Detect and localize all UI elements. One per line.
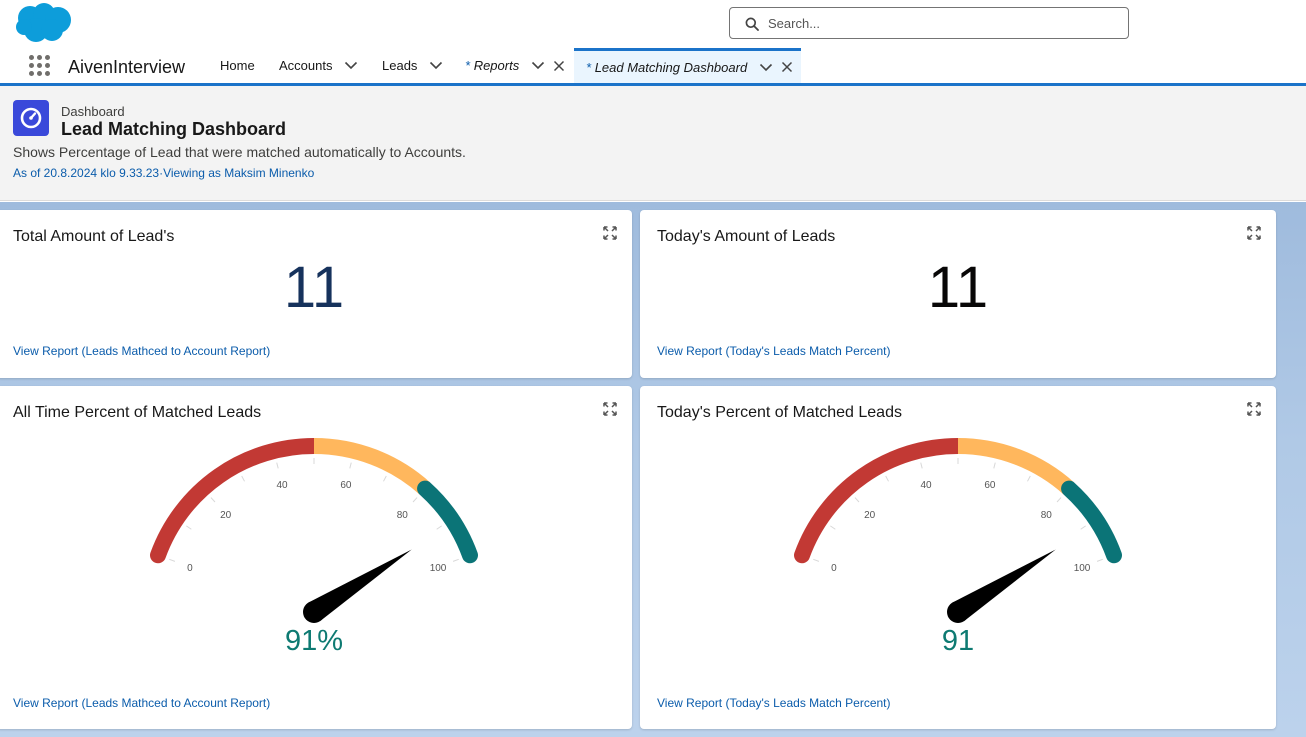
- gauge-tick: [830, 525, 836, 530]
- close-icon[interactable]: [781, 61, 793, 73]
- gauge-tick: [349, 462, 352, 469]
- tab-leads[interactable]: Leads: [382, 48, 443, 83]
- app-launcher-icon[interactable]: [29, 55, 51, 77]
- salesforce-cloud-icon[interactable]: [14, 2, 74, 49]
- gauge-tick: [169, 558, 176, 562]
- expand-icon[interactable]: [603, 226, 617, 240]
- gauge-tick: [383, 475, 387, 482]
- gauge-chart: 0 20 40 60 80 100: [150, 438, 478, 623]
- gauge-tick: [1056, 497, 1062, 503]
- view-report-link[interactable]: View Report (Today's Leads Match Percent…: [657, 344, 891, 358]
- dashboard-meta[interactable]: As of 20.8.2024 klo 9.33.23·Viewing as M…: [13, 166, 314, 180]
- tab-label: Leads: [382, 58, 418, 73]
- gauge-tick: [210, 497, 216, 503]
- tab-reports[interactable]: * Reports: [465, 48, 565, 83]
- app-name: AivenInterview: [68, 57, 186, 77]
- tab-home[interactable]: Home: [220, 48, 255, 83]
- view-report-link[interactable]: View Report (Today's Leads Match Percent…: [657, 696, 891, 710]
- object-type-label: Dashboard: [61, 104, 125, 119]
- gauge-tick: [813, 558, 820, 562]
- view-report-link[interactable]: View Report (Leads Mathced to Account Re…: [13, 696, 270, 710]
- chevron-down-icon[interactable]: [759, 63, 773, 72]
- component-all-time-percent: All Time Percent of Matched Leads 0 20 40 6…: [0, 386, 632, 729]
- gauge-band-segment: [417, 480, 478, 564]
- tab-label: Lead Matching Dashboard: [594, 59, 748, 75]
- gauge-tick: [920, 462, 923, 469]
- gauge-tick-label: 0: [831, 563, 837, 574]
- gauge-tick-label: 40: [277, 480, 289, 491]
- gauge-value: 91%: [284, 625, 344, 657]
- page-description: Shows Percentage of Lead that were match…: [13, 144, 466, 160]
- chevron-down-icon[interactable]: [429, 61, 443, 70]
- gauge-tick: [241, 475, 245, 482]
- tab-lead-matching-dashboard[interactable]: * Lead Matching Dashboard: [574, 48, 801, 83]
- gauge-tick-label: 80: [1041, 510, 1053, 521]
- chevron-down-icon[interactable]: [344, 61, 358, 70]
- gauge-band-segment: [794, 438, 966, 564]
- tab-label: Reports: [473, 58, 520, 73]
- gauge-needle: [303, 549, 412, 623]
- component-today-percent: Today's Percent of Matched Leads 0 20 40 60…: [640, 386, 1276, 729]
- metric-value: 11: [283, 255, 345, 320]
- gauge-tick-label: 20: [864, 510, 876, 521]
- gauge-tick: [854, 497, 860, 503]
- gauge-tick: [1027, 475, 1031, 482]
- component-title: Total Amount of Lead's: [13, 228, 175, 245]
- gauge-tick-label: 40: [921, 480, 933, 491]
- gauge-tick-label: 0: [187, 563, 193, 574]
- chevron-down-icon[interactable]: [531, 61, 545, 70]
- gauge-tick: [993, 462, 996, 469]
- gauge-chart: 0 20 40 60 80 100: [794, 438, 1122, 623]
- close-icon[interactable]: [553, 60, 565, 72]
- expand-icon[interactable]: [1247, 226, 1261, 240]
- page-header: Dashboard Lead Matching Dashboard Shows …: [0, 86, 1306, 201]
- gauge-band-segment: [1061, 480, 1122, 564]
- tab-label: Home: [220, 58, 255, 73]
- gauge-tick: [452, 558, 459, 562]
- app-nav-bar: AivenInterview Home Accounts Leads * Rep…: [0, 48, 1306, 86]
- gauge-tick-label: 60: [340, 480, 352, 491]
- gauge-tick-label: 20: [220, 510, 232, 521]
- tab-label: Accounts: [279, 58, 333, 73]
- unsaved-star: *: [465, 58, 471, 73]
- gauge-tick: [412, 497, 418, 503]
- page-title: Lead Matching Dashboard: [61, 119, 287, 139]
- gauge-band-segment: [150, 438, 322, 564]
- gauge-tick-label: 100: [1074, 563, 1091, 574]
- gauge-tick: [186, 525, 192, 530]
- component-total-leads: Total Amount of Lead's 11 View Report (L…: [0, 210, 632, 378]
- gauge-tick: [276, 462, 279, 469]
- view-report-link[interactable]: View Report (Leads Mathced to Account Re…: [13, 344, 270, 358]
- global-header: [0, 0, 1306, 48]
- gauge-tick-label: 80: [397, 510, 409, 521]
- gauge-value: 91: [941, 625, 975, 657]
- component-title: Today's Amount of Leads: [657, 228, 836, 245]
- gauge-band-segment: [313, 438, 431, 495]
- gauge-tick-label: 100: [430, 563, 447, 574]
- gauge-tick: [436, 525, 442, 530]
- gauge-needle: [947, 549, 1056, 623]
- gauge-tick-label: 60: [984, 480, 996, 491]
- gauge-tick: [885, 475, 889, 482]
- metric-value: 11: [927, 255, 989, 320]
- search-input[interactable]: [768, 12, 1118, 34]
- gauge-tick: [1080, 525, 1086, 530]
- unsaved-star: *: [586, 59, 592, 75]
- gauge-band-segment: [957, 438, 1075, 495]
- dashboard-canvas: Total Amount of Lead's 11 View Report (L…: [0, 202, 1306, 737]
- tab-accounts[interactable]: Accounts: [279, 48, 358, 83]
- global-search[interactable]: [729, 7, 1129, 39]
- dashboard-icon: [13, 100, 49, 136]
- component-today-leads: Today's Amount of Leads 11 View Report (…: [640, 210, 1276, 378]
- search-icon: [745, 17, 759, 31]
- gauge-tick: [1096, 558, 1103, 562]
